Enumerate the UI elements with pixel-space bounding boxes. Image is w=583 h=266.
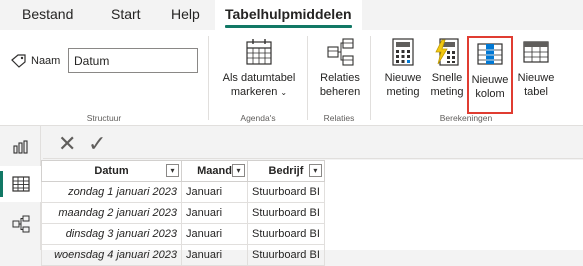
quick-measure-label-1: Snelle <box>431 72 463 84</box>
chevron-down-icon: ⌄ <box>280 88 288 97</box>
new-measure-button[interactable]: Nieuwe meting <box>382 38 424 99</box>
new-measure-label-2: meting <box>386 86 420 98</box>
cell-datum[interactable]: maandag 2 januari 2023 <box>41 202 182 224</box>
group-agendas: Als datumtabel markeren ⌄ Agenda's <box>209 30 307 126</box>
column-header-label: Datum <box>94 165 129 177</box>
relationships-icon <box>327 38 354 66</box>
mark-as-date-table-label-2: markeren ⌄ <box>219 85 299 100</box>
ribbon: Naam Structuur Als datumtabel markeren ⌄… <box>0 30 583 126</box>
cell-bedrijf[interactable]: Stuurboard BI <box>247 244 325 266</box>
group-label-relaties: Relaties <box>323 113 355 123</box>
filter-dropdown-icon[interactable]: ▾ <box>308 164 322 177</box>
tab-bestand[interactable]: Bestand <box>22 6 73 22</box>
cell-bedrijf[interactable]: Stuurboard BI <box>247 223 325 245</box>
column-header-maand[interactable]: Maand ▾ <box>181 160 248 182</box>
new-column-button[interactable]: Nieuwe kolom <box>467 36 513 114</box>
filter-dropdown-icon[interactable]: ▾ <box>232 164 245 177</box>
column-header-label: Maand <box>197 165 232 177</box>
new-table-button[interactable]: Nieuwe tabel <box>515 38 557 99</box>
new-column-icon <box>477 43 503 65</box>
group-label-berekeningen: Berekeningen <box>439 113 493 123</box>
data-grid: Datum ▾ Maand ▾ Bedrijf ▾ zondag 1 januari … <box>41 160 583 266</box>
manage-relationships-label-1: Relaties <box>320 72 360 84</box>
manage-relationships-button[interactable]: Relaties beheren <box>317 38 363 99</box>
tag-icon <box>11 54 26 68</box>
model-view-button[interactable] <box>0 206 41 242</box>
quick-measure-label-2: meting <box>430 86 464 98</box>
column-header-bedrijf[interactable]: Bedrijf ▾ <box>247 160 325 182</box>
view-rail <box>0 126 41 250</box>
formula-bar: ✕ ✓ <box>43 129 583 159</box>
model-icon <box>12 215 29 233</box>
name-label: Naam <box>11 54 60 68</box>
name-input[interactable] <box>68 48 198 73</box>
quick-calculator-icon <box>435 38 459 66</box>
cell-maand[interactable]: Januari <box>181 223 248 245</box>
group-berekeningen: Nieuwe meting Snelle meting Nieuwe kolom… <box>371 30 561 126</box>
tab-help[interactable]: Help <box>171 6 200 22</box>
cell-datum[interactable]: dinsdag 3 januari 2023 <box>41 223 182 245</box>
quick-measure-button[interactable]: Snelle meting <box>428 38 466 99</box>
calculator-icon <box>392 38 414 66</box>
report-view-button[interactable] <box>0 129 41 165</box>
group-relaties: Relaties beheren Relaties <box>308 30 370 126</box>
data-view-button[interactable] <box>0 166 41 202</box>
tab-start[interactable]: Start <box>111 6 141 22</box>
new-table-label-2: tabel <box>524 86 548 98</box>
calendar-icon <box>246 39 272 65</box>
table-row: dinsdag 3 januari 2023 Januari Stuurboar… <box>41 223 325 245</box>
group-label-agendas: Agenda's <box>240 113 276 123</box>
bar-chart-icon <box>12 140 28 154</box>
new-measure-label-1: Nieuwe <box>384 72 422 84</box>
group-structuur: Naam Structuur <box>0 30 208 126</box>
new-column-label-1: Nieuwe <box>471 74 509 86</box>
new-table-icon <box>523 41 549 63</box>
cell-bedrijf[interactable]: Stuurboard BI <box>247 181 325 203</box>
cell-maand[interactable]: Januari <box>181 244 248 266</box>
ribbon-tabs: Bestand Start Help Tabelhulpmiddelen <box>0 0 583 30</box>
table-row: maandag 2 januari 2023 Januari Stuurboar… <box>41 202 325 224</box>
table-icon <box>11 176 30 192</box>
commit-icon[interactable]: ✓ <box>88 132 106 156</box>
column-header-label: Bedrijf <box>268 165 304 177</box>
data-table: Datum ▾ Maand ▾ Bedrijf ▾ zondag 1 januari … <box>41 160 325 266</box>
manage-relationships-label-2: beheren <box>319 86 361 98</box>
cell-maand[interactable]: Januari <box>181 202 248 224</box>
mark-as-date-table-label-2-text: markeren <box>230 86 278 98</box>
new-column-label-2: kolom <box>475 88 505 100</box>
new-table-label-1: Nieuwe <box>517 72 555 84</box>
tab-tabelhulpmiddelen[interactable]: Tabelhulpmiddelen <box>215 0 362 30</box>
table-row: zondag 1 januari 2023 Januari Stuurboard… <box>41 181 325 203</box>
table-row: woensdag 4 januari 2023 Januari Stuurboa… <box>41 244 325 266</box>
filter-dropdown-icon[interactable]: ▾ <box>166 164 179 177</box>
name-label-text: Naam <box>31 55 61 67</box>
mark-as-date-table-button[interactable]: Als datumtabel markeren ⌄ <box>219 38 299 100</box>
mark-as-date-table-label-1: Als datumtabel <box>222 72 296 84</box>
cell-maand[interactable]: Januari <box>181 181 248 203</box>
cell-datum[interactable]: zondag 1 januari 2023 <box>41 181 182 203</box>
cancel-icon[interactable]: ✕ <box>58 132 76 156</box>
group-label-structuur: Structuur <box>86 113 122 123</box>
cell-bedrijf[interactable]: Stuurboard BI <box>247 202 325 224</box>
cell-datum[interactable]: woensdag 4 januari 2023 <box>41 244 182 266</box>
column-header-datum[interactable]: Datum ▾ <box>41 160 182 182</box>
